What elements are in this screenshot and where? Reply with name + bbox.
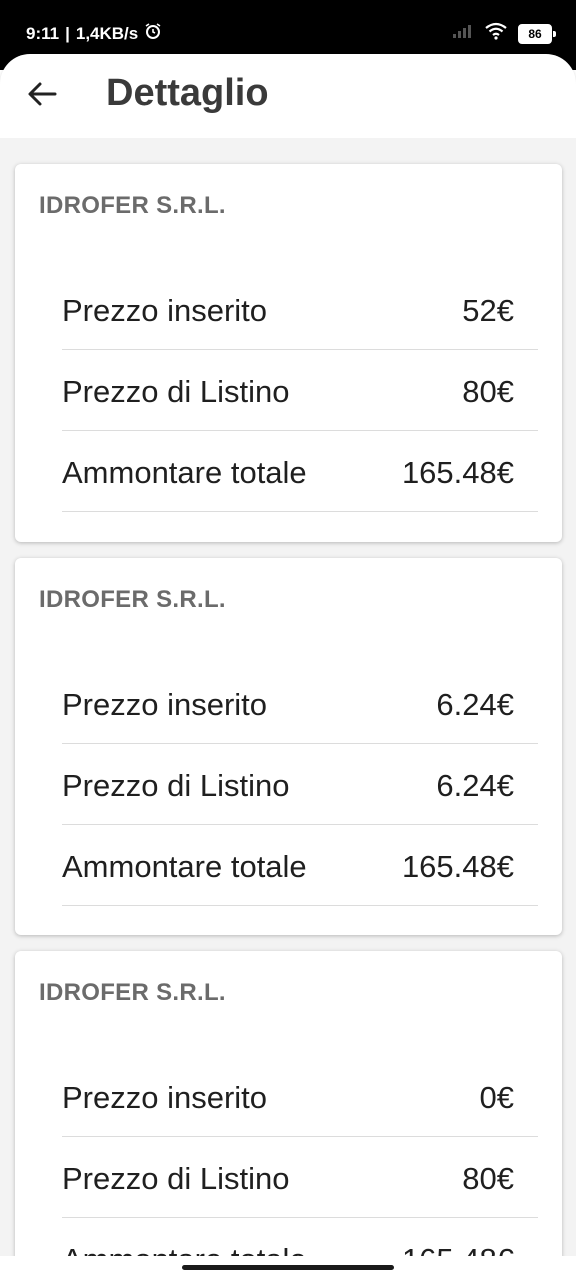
- status-left: 9:11 | 1,4KB/s: [26, 22, 162, 45]
- detail-card: IDROFER S.R.L. Prezzo inserito 0€ Prezzo…: [15, 951, 562, 1256]
- price-row: Ammontare totale 165.48€: [62, 825, 538, 906]
- status-separator: |: [65, 23, 70, 43]
- row-value: 165.48€: [401, 849, 514, 884]
- price-row: Prezzo di Listino 80€: [62, 350, 538, 431]
- row-value: 80€: [462, 374, 514, 409]
- row-label: Prezzo di Listino: [62, 768, 290, 803]
- detail-list[interactable]: IDROFER S.R.L. Prezzo inserito 52€ Prezz…: [0, 138, 576, 1256]
- back-button[interactable]: [22, 76, 62, 116]
- row-value: 0€: [479, 1080, 514, 1115]
- price-row: Prezzo inserito 0€: [62, 1056, 538, 1137]
- detail-card: IDROFER S.R.L. Prezzo inserito 6.24€ Pre…: [15, 558, 562, 935]
- row-label: Ammontare totale: [62, 455, 307, 490]
- row-value: 52€: [462, 293, 514, 328]
- status-right: 86: [452, 22, 556, 45]
- app-bar: Dettaglio: [0, 54, 576, 138]
- signal-icon: [452, 23, 474, 44]
- company-name: IDROFER S.R.L.: [39, 979, 226, 1006]
- battery-icon: 86: [518, 23, 556, 44]
- price-row: Prezzo di Listino 80€: [62, 1137, 538, 1218]
- detail-card: IDROFER S.R.L. Prezzo inserito 52€ Prezz…: [15, 164, 562, 542]
- row-label: Prezzo di Listino: [62, 1161, 290, 1196]
- arrow-left-icon: [27, 81, 57, 112]
- row-value: 165.48€: [401, 455, 514, 490]
- company-name: IDROFER S.R.L.: [39, 586, 226, 613]
- row-value: 80€: [462, 1161, 514, 1196]
- row-value: 6.24€: [436, 768, 514, 803]
- company-name: IDROFER S.R.L.: [39, 192, 226, 219]
- price-row: Ammontare totale 165.48€: [62, 431, 538, 512]
- price-row: Prezzo inserito 52€: [62, 269, 538, 350]
- alarm-icon: [144, 22, 162, 45]
- row-label: Prezzo di Listino: [62, 374, 290, 409]
- price-row: Prezzo di Listino 6.24€: [62, 744, 538, 825]
- row-label: Prezzo inserito: [62, 1080, 268, 1115]
- row-value: 165.48€: [402, 1242, 514, 1256]
- row-label: Ammontare totale: [62, 849, 307, 884]
- price-row: Ammontare totale 165.48€: [62, 1218, 538, 1256]
- page-title: Dettaglio: [106, 72, 269, 114]
- row-label: Ammontare totale: [62, 1242, 307, 1256]
- price-row: Prezzo inserito 6.24€: [62, 663, 538, 744]
- row-label: Prezzo inserito: [62, 687, 268, 722]
- status-time: 9:11: [26, 23, 60, 43]
- row-value: 6.24€: [436, 687, 514, 722]
- home-indicator[interactable]: [182, 1265, 394, 1270]
- wifi-icon: [484, 22, 508, 45]
- row-label: Prezzo inserito: [62, 293, 268, 328]
- status-network-speed: 1,4KB/s: [75, 23, 139, 43]
